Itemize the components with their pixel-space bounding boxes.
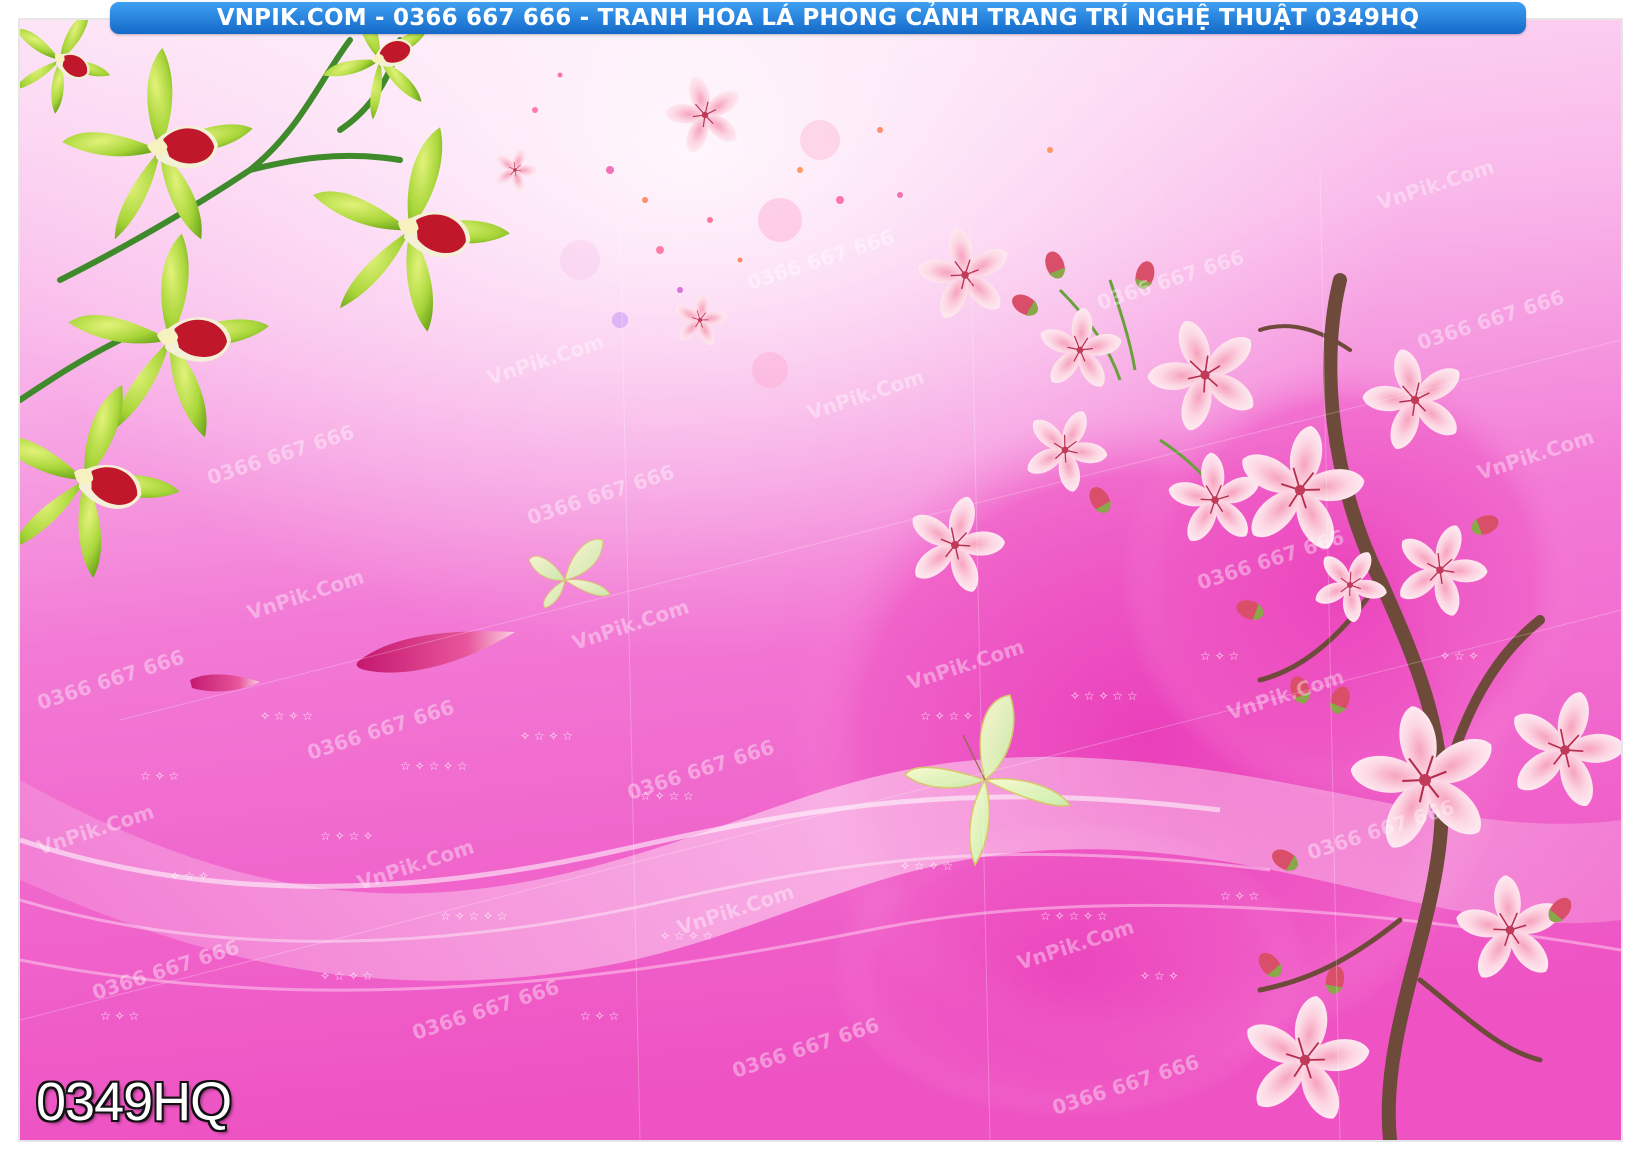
svg-text:✧ ☆ ✧ ☆ ☆: ✧ ☆ ✧ ☆ ☆ bbox=[1070, 689, 1138, 703]
svg-text:☆ ✧ ☆: ☆ ✧ ☆ bbox=[1220, 889, 1259, 903]
svg-text:☆ ✧ ☆: ☆ ✧ ☆ bbox=[1200, 649, 1239, 663]
svg-text:☆ ✧ ☆: ☆ ✧ ☆ bbox=[100, 1009, 139, 1023]
svg-text:✧ ☆ ✧: ✧ ☆ ✧ bbox=[1140, 969, 1179, 983]
svg-text:✧ ☆ ✧ ☆: ✧ ☆ ✧ ☆ bbox=[320, 969, 373, 983]
svg-text:☆ ✧ ☆ ✧: ☆ ✧ ☆ ✧ bbox=[920, 709, 973, 723]
floral-artwork: ☆ ✧ ☆ ✧ ☆ ✧ ☆ ☆ ✧ ☆ ✧ ☆ ✧ ☆ ✧ ☆ ☆ ✧ ☆ ☆ … bbox=[20, 20, 1621, 1140]
svg-text:☆ ✧ ☆ ✧ ☆: ☆ ✧ ☆ ✧ ☆ bbox=[440, 909, 508, 923]
svg-text:☆ ✧ ☆ ✧ ☆: ☆ ✧ ☆ ✧ ☆ bbox=[1040, 909, 1108, 923]
svg-text:☆ ✧ ☆: ☆ ✧ ☆ bbox=[580, 1009, 619, 1023]
svg-text:✧ ☆ ✧: ✧ ☆ ✧ bbox=[170, 869, 209, 883]
svg-text:☆ ✧ ☆ ✧ ☆: ☆ ✧ ☆ ✧ ☆ bbox=[400, 759, 468, 773]
title-banner: VNPIK.COM - 0366 667 666 - TRANH HOA LÁ … bbox=[110, 2, 1526, 34]
svg-text:☆ ✧ ☆: ☆ ✧ ☆ bbox=[140, 769, 179, 783]
wallpaper-frame: ☆ ✧ ☆ ✧ ☆ ✧ ☆ ☆ ✧ ☆ ✧ ☆ ✧ ☆ ✧ ☆ ☆ ✧ ☆ ☆ … bbox=[20, 20, 1621, 1140]
product-code-label: 0349HQ bbox=[36, 1072, 232, 1132]
svg-text:✧ ☆ ✧ ☆: ✧ ☆ ✧ ☆ bbox=[260, 709, 313, 723]
svg-text:☆ ✧ ☆ ✧: ☆ ✧ ☆ ✧ bbox=[320, 829, 373, 843]
svg-text:✧ ☆ ✧ ☆: ✧ ☆ ✧ ☆ bbox=[520, 729, 573, 743]
svg-text:✧ ☆ ✧ ☆: ✧ ☆ ✧ ☆ bbox=[900, 859, 953, 873]
